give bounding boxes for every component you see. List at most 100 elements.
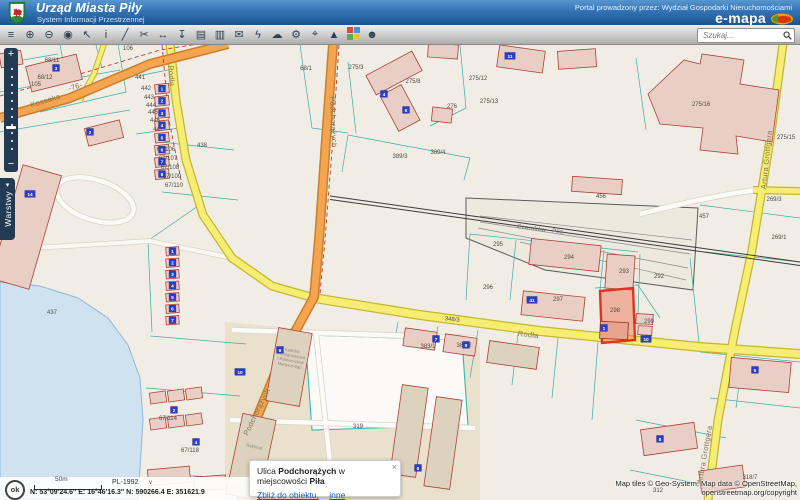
full-extent-icon[interactable]: ◉	[60, 27, 76, 43]
address-plaque: 7	[433, 336, 440, 343]
address-plaque: 4	[169, 282, 176, 289]
view-3d-icon[interactable]: ▲	[326, 27, 342, 43]
parcel-label: 443	[144, 95, 155, 101]
zoom-slider[interactable]: + −	[4, 48, 18, 172]
search-icon[interactable]	[783, 31, 792, 40]
parcel-label: 276	[447, 104, 458, 110]
chevron-down-icon: ∨	[148, 480, 152, 486]
search-parcel-icon[interactable]: ⌖	[307, 27, 323, 43]
info-icon[interactable]: i	[98, 27, 114, 43]
address-plaque: 10	[235, 369, 245, 376]
parcel-label: 67/118	[181, 448, 200, 454]
attribution-line[interactable]: openstreetmap.org/copyright	[615, 488, 797, 497]
other-options-link[interactable]: inne	[329, 490, 345, 500]
layers-icon[interactable]: ≡	[3, 27, 19, 43]
parcel-label: 457	[699, 214, 710, 220]
search-box	[697, 28, 795, 43]
zoom-knob[interactable]	[6, 126, 16, 129]
parcel-label: 68/12	[37, 75, 53, 81]
parcel-label: 297	[553, 297, 564, 303]
measure-length-icon[interactable]: ╱	[117, 27, 133, 43]
popup-city: Piła	[309, 476, 324, 486]
address-plaque: 3	[169, 271, 176, 278]
svg-text:1: 1	[603, 326, 606, 332]
parcel-label: 293	[619, 269, 630, 275]
parcel-label: 292	[654, 274, 665, 280]
address-plaque: 4	[381, 91, 388, 98]
search-result-popup: × Ulica Podchorążych w miejscowości Piła…	[249, 460, 401, 497]
parcel-label: 438	[197, 143, 208, 149]
pan-icon[interactable]: ↔	[155, 27, 171, 43]
parcel-label: 441	[135, 75, 146, 81]
address-plaque: 4	[159, 122, 166, 129]
address-plaque: 5	[752, 367, 759, 374]
parcel-label: 437	[47, 310, 58, 316]
zoom-in-icon[interactable]: ⊕	[22, 27, 38, 43]
address-plaque: 2	[87, 129, 94, 136]
svg-text:4: 4	[171, 284, 174, 290]
address-plaque: 6	[169, 305, 176, 312]
parcel-label: 294	[564, 255, 575, 261]
svg-text:4: 4	[195, 440, 198, 446]
svg-text:3: 3	[161, 111, 164, 117]
toolbar-icons: ≡⊕⊖◉↖i╱✂↔↧▤▥✉ϟ☁⚙⌖▲ ☻	[3, 25, 380, 44]
messages-icon[interactable]: ✉	[231, 27, 247, 43]
svg-text:5: 5	[171, 295, 174, 301]
parcel-label: 389/4	[430, 150, 446, 156]
parcel-label: 442	[141, 86, 152, 92]
legend-icon[interactable]	[345, 27, 361, 43]
svg-text:7: 7	[161, 160, 164, 166]
selected-parcel[interactable]	[600, 288, 635, 343]
app-title: Urząd Miasta Piły	[36, 1, 142, 15]
address-plaque: 8	[277, 347, 284, 354]
parcel-label: 275/16	[692, 102, 711, 108]
header-bar: Urząd Miasta Piły System Informacji Prze…	[0, 0, 800, 25]
parcel-label: 444	[146, 103, 157, 109]
svg-text:8: 8	[659, 437, 662, 443]
svg-text:14: 14	[27, 192, 33, 198]
settings-icon[interactable]: ⚙	[288, 27, 304, 43]
zoom-track[interactable]	[4, 62, 18, 158]
svg-text:6: 6	[417, 466, 420, 472]
pointer-icon[interactable]: ↖	[79, 27, 95, 43]
close-icon[interactable]: ×	[392, 462, 397, 472]
address-plaque: 41	[527, 297, 537, 304]
address-plaque: 2	[169, 259, 176, 266]
parcel-label: 67/110	[165, 183, 184, 189]
address-plaque: 11	[505, 53, 515, 60]
svg-text:2: 2	[171, 261, 174, 267]
upload-cloud-icon[interactable]: ☁	[269, 27, 285, 43]
parcel-label: 389/3	[392, 154, 408, 160]
city-crest-logo	[7, 2, 27, 24]
zoom-to-object-link[interactable]: Zbliż do obiektu,	[257, 490, 319, 500]
parcel-label: 275/3	[348, 65, 364, 71]
measure-area-icon[interactable]: ✂	[136, 27, 152, 43]
print-map-icon[interactable]: ▤	[193, 27, 209, 43]
ok-button[interactable]: ok	[5, 480, 25, 500]
layers-panel-tab[interactable]: ▾ Warstwy	[0, 178, 15, 240]
parcel-label: 67/108	[161, 165, 180, 171]
parcel-label: 68/1	[300, 66, 312, 72]
scale-label: 50m	[55, 476, 68, 483]
svg-text:3: 3	[171, 272, 174, 278]
map-canvas[interactable]: 68/168/1168/1210510644144244344444544644…	[0, 44, 800, 500]
svg-text:8: 8	[161, 172, 164, 178]
svg-text:5: 5	[754, 368, 757, 374]
crs-selector[interactable]: PL-1992 ∨	[112, 479, 153, 486]
screen-icon[interactable]: ▥	[212, 27, 228, 43]
zoom-in-button[interactable]: +	[4, 48, 18, 62]
svg-text:6: 6	[405, 108, 408, 114]
parcel-label: 298	[610, 308, 621, 314]
quick-help-icon[interactable]: ϟ	[250, 27, 266, 43]
zoom-out-button[interactable]: −	[4, 158, 18, 172]
svg-text:10: 10	[643, 337, 649, 343]
user-icon[interactable]: ☻	[364, 27, 380, 43]
parcel-label: 296	[483, 285, 494, 291]
svg-text:1: 1	[171, 249, 174, 255]
layers-tab-label: Warstwy	[3, 191, 13, 227]
download-icon[interactable]: ↧	[174, 27, 190, 43]
search-input[interactable]	[701, 29, 783, 43]
zoom-out-icon[interactable]: ⊖	[41, 27, 57, 43]
parcel-label: 269/1	[771, 235, 787, 241]
parcel-label: 269/3	[766, 197, 782, 203]
